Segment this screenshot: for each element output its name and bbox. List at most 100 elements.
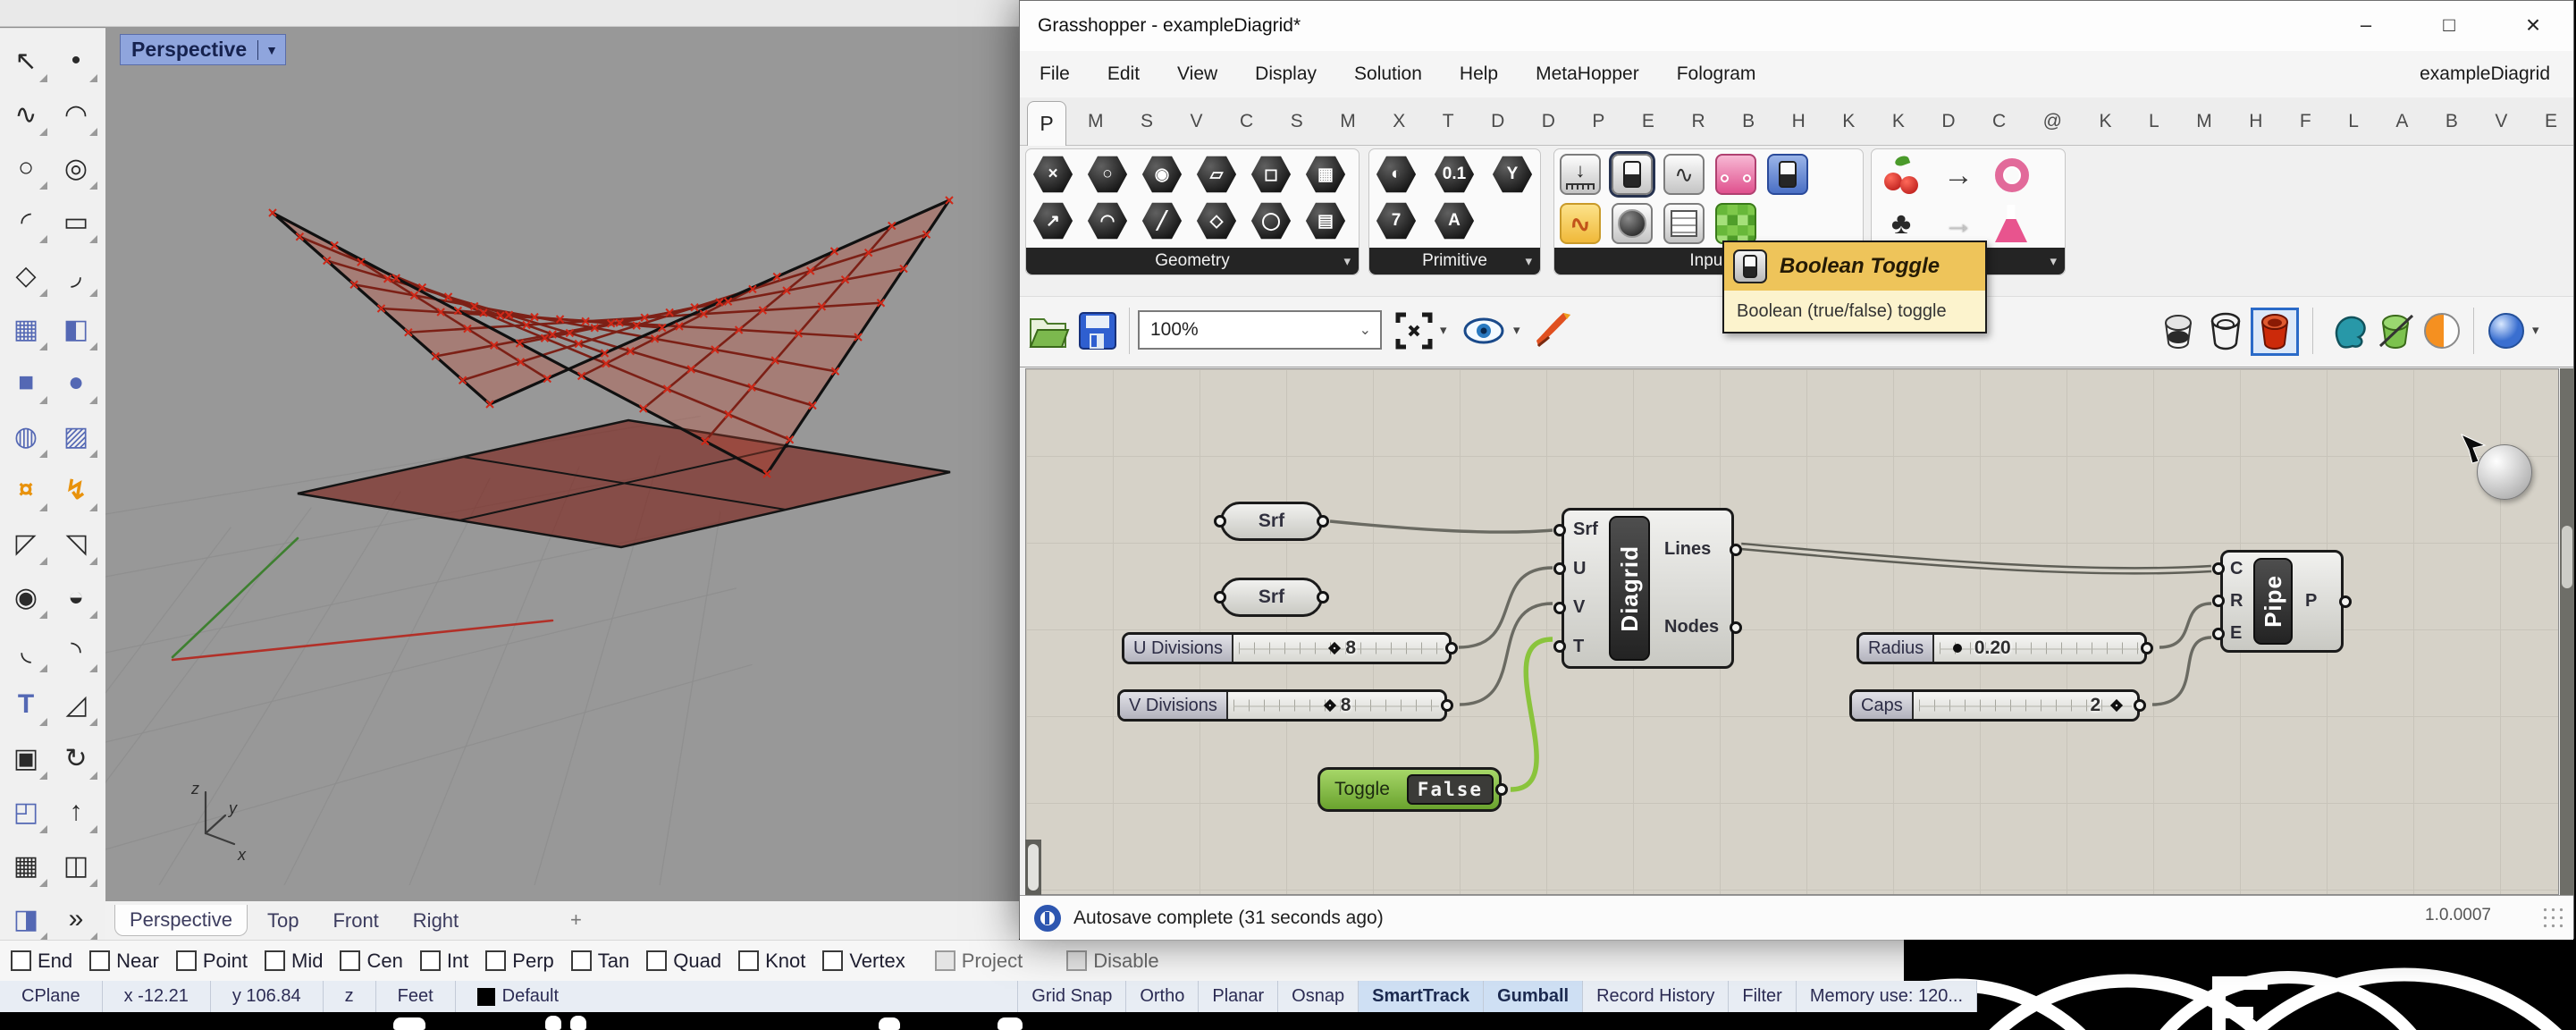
preview-off-icon[interactable] <box>2157 310 2198 351</box>
active-category-tab[interactable]: P <box>1027 101 1066 146</box>
status-toggle-active[interactable]: Gumball <box>1484 981 1583 1012</box>
patch-icon[interactable]: ▨ <box>53 413 99 460</box>
sketch-pen-icon[interactable] <box>1533 310 1578 351</box>
category-tab[interactable]: K <box>2100 111 2112 132</box>
circle-icon[interactable]: ○ <box>3 145 49 191</box>
new-viewport-button[interactable]: + <box>563 908 589 932</box>
expand-group-icon[interactable]: ▾ <box>2050 253 2057 269</box>
text-icon[interactable]: T <box>3 681 49 728</box>
zoom-level-combobox[interactable]: 100% ⌄ <box>1138 310 1382 350</box>
category-tab[interactable]: H <box>1792 111 1806 132</box>
preview-wireframe-icon[interactable] <box>2205 310 2246 351</box>
category-tab[interactable]: D <box>1542 111 1555 132</box>
osnap-checkbox-item[interactable]: Perp <box>485 950 553 973</box>
status-cell[interactable]: CPlane <box>0 981 103 1012</box>
checkbox[interactable] <box>822 950 843 971</box>
category-tab[interactable]: D <box>1491 111 1504 132</box>
torus-icon[interactable] <box>1995 158 2029 192</box>
sphere-icon[interactable]: ● <box>53 359 99 406</box>
component-name-capsule[interactable]: Pipe <box>2253 558 2293 645</box>
input-port[interactable]: V <box>1564 597 1605 618</box>
forward-arrow-icon[interactable]: → <box>1943 155 1974 196</box>
menu-item[interactable]: Display <box>1255 63 1317 85</box>
text-param-icon[interactable]: A <box>1434 201 1475 241</box>
checkbox[interactable] <box>89 950 110 971</box>
viewport-tab[interactable]: Perspective <box>114 905 248 936</box>
menu-item[interactable]: Help <box>1460 63 1498 85</box>
status-toggle[interactable]: Filter <box>1729 981 1796 1012</box>
diagrid-component[interactable]: SrfUVT Diagrid LinesNodes <box>1562 508 1734 669</box>
category-tab[interactable]: S <box>1141 111 1153 132</box>
fillet-curve-icon[interactable]: ◟ <box>3 628 49 674</box>
graph-mapper-icon[interactable]: ∿ <box>1663 154 1705 195</box>
menu-item[interactable]: Edit <box>1107 63 1140 85</box>
category-tab[interactable]: S <box>1291 111 1303 132</box>
osnap-checkbox-item[interactable]: Quad <box>646 950 721 973</box>
open-file-icon[interactable] <box>1027 310 1070 351</box>
slider-knob[interactable] <box>1953 644 1962 653</box>
input-port[interactable]: Srf <box>1564 519 1605 540</box>
viewport-title[interactable]: Perspective ▼ <box>120 34 286 65</box>
interpolate-curve-icon[interactable]: ◠ <box>53 91 99 138</box>
extend-curve-icon[interactable]: ◝ <box>53 628 99 674</box>
checkbox[interactable] <box>738 950 759 971</box>
cherries-icon[interactable] <box>1881 155 1922 196</box>
expand-group-icon[interactable]: ▾ <box>1343 253 1351 269</box>
back-arrow-icon[interactable]: → <box>1943 203 1974 244</box>
osnap-checkbox-item[interactable]: Tan <box>571 950 629 973</box>
category-tab[interactable]: V <box>2495 111 2507 132</box>
arc-icon[interactable]: ◜ <box>3 198 49 245</box>
category-tab[interactable]: L <box>2149 111 2159 132</box>
curve-icon[interactable]: ∿ <box>3 91 49 138</box>
point-icon[interactable]: • <box>53 38 99 84</box>
category-tab[interactable]: P <box>1592 111 1604 132</box>
maximize-button[interactable]: □ <box>2430 8 2468 42</box>
combo-caret-icon[interactable]: ⌄ <box>1360 321 1371 339</box>
grasshopper-titlebar[interactable]: Grasshopper - exampleDiagrid* <box>1020 1 2573 51</box>
output-port[interactable]: P <box>2296 591 2341 612</box>
surface-param-icon[interactable]: ◯ <box>1250 201 1292 241</box>
close-button[interactable]: × <box>2514 8 2552 42</box>
viewport-tab[interactable]: Right <box>399 906 473 936</box>
category-tab[interactable]: B <box>1742 111 1755 132</box>
scrollbar-thumb[interactable] <box>1028 844 1039 891</box>
select-cursor-icon[interactable]: ↖ <box>3 38 49 84</box>
checkbox[interactable] <box>265 950 285 971</box>
arc-param-icon[interactable]: ◠ <box>1087 201 1128 241</box>
number-slider-icon[interactable]: ↓ <box>1560 154 1601 195</box>
category-tab[interactable]: T <box>1443 111 1454 132</box>
data-path-param-icon[interactable]: Y <box>1492 155 1533 194</box>
category-tab[interactable]: B <box>2446 111 2458 132</box>
flash-icon[interactable]: ↯ <box>53 467 99 513</box>
value-knob-icon[interactable] <box>1612 203 1653 244</box>
minimize-button[interactable]: – <box>2347 8 2385 42</box>
output-port[interactable]: Lines <box>1654 539 1731 560</box>
checkbox[interactable] <box>420 950 441 971</box>
display-menu-caret-icon[interactable]: ▾ <box>2532 322 2539 338</box>
perspective-viewport[interactable]: zyx Perspective ▼ <box>105 27 1019 901</box>
status-toggle-active[interactable]: SmartTrack <box>1359 981 1484 1012</box>
checkbox[interactable] <box>11 950 31 971</box>
grasshopper-canvas[interactable]: Srf Srf U Divisions 8 V Divisions <box>1025 368 2559 895</box>
category-tab[interactable]: @ <box>2043 111 2062 132</box>
category-tab[interactable]: C <box>1240 111 1253 132</box>
srf-param-1[interactable]: Srf <box>1220 502 1323 541</box>
category-tab[interactable]: V <box>1191 111 1203 132</box>
osnap-checkbox-item[interactable]: Near <box>89 950 159 973</box>
mirror-icon[interactable]: ◫ <box>53 842 99 889</box>
canvas-compass-widget[interactable] <box>2477 444 2532 500</box>
osnap-checkbox-item[interactable]: Cen <box>340 950 402 973</box>
menu-item[interactable]: Solution <box>1354 63 1422 85</box>
menu-item[interactable]: View <box>1177 63 1217 85</box>
preview-menu-caret-icon[interactable]: ▾ <box>1513 322 1520 338</box>
checkbox[interactable] <box>340 950 360 971</box>
polygon-icon[interactable]: ◇ <box>3 252 49 299</box>
category-tab[interactable]: M <box>1340 111 1356 132</box>
viewport-tab[interactable]: Top <box>253 906 313 936</box>
scale-icon[interactable]: ◿ <box>53 681 99 728</box>
status-cell[interactable]: y 106.84 <box>211 981 324 1012</box>
array-icon[interactable]: ▦ <box>3 842 49 889</box>
output-port[interactable]: Nodes <box>1654 617 1731 637</box>
osnap-checkbox-item[interactable]: Vertex <box>822 950 905 973</box>
canvas-vertical-scrollbar[interactable] <box>2560 368 2574 895</box>
